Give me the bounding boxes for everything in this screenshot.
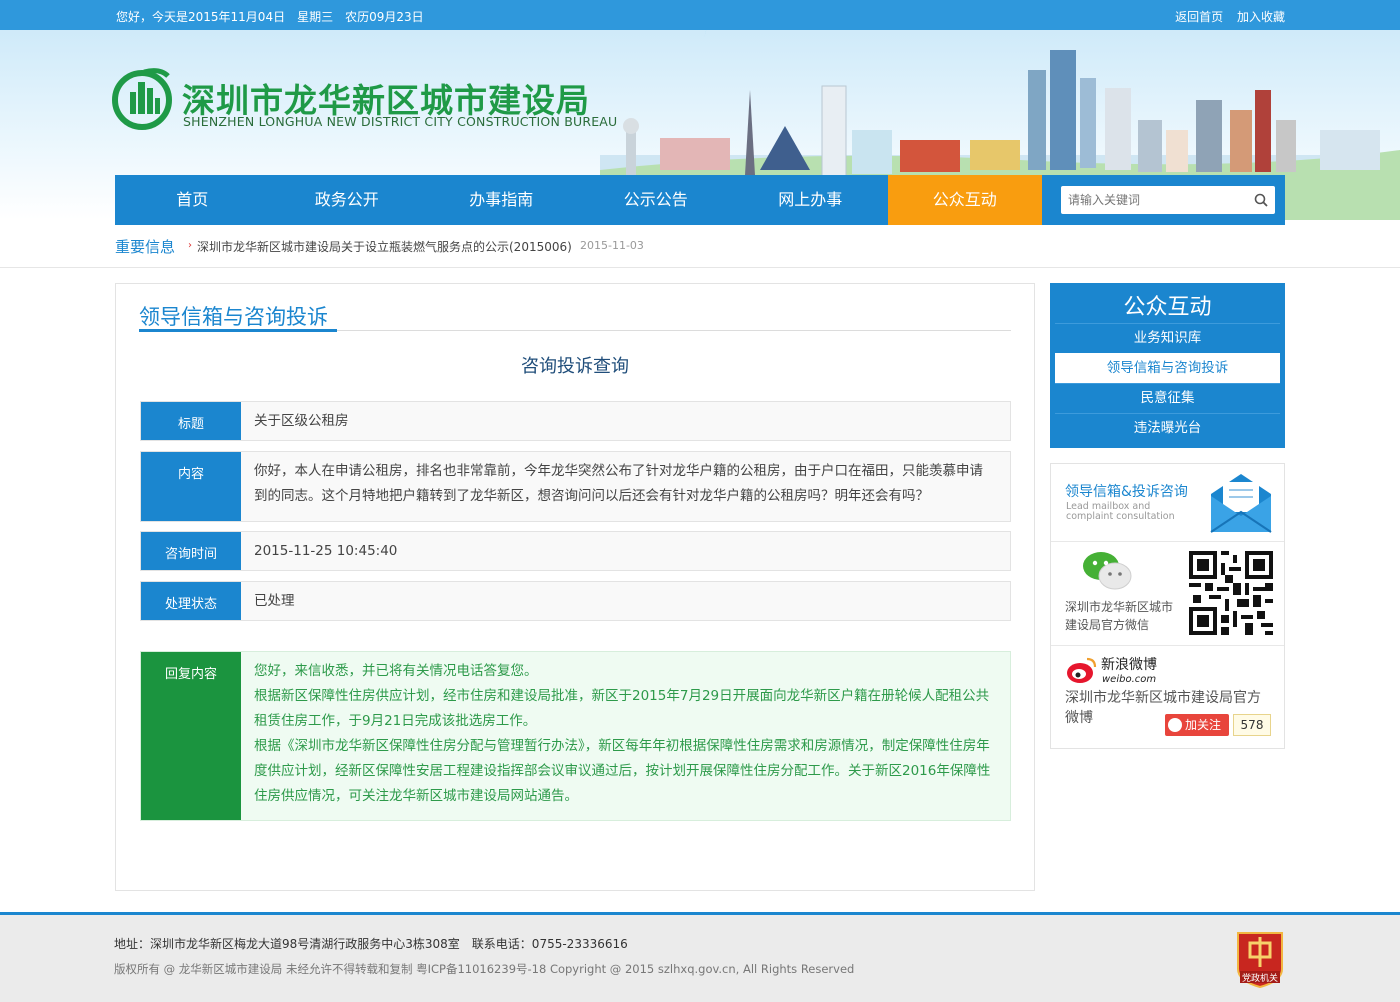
mailbox-link[interactable]: 领导信箱&投诉咨询 Lead mailbox and complaint con… bbox=[1051, 464, 1284, 542]
home-link[interactable]: 返回首页 bbox=[1175, 10, 1223, 24]
nav-home[interactable]: 首页 bbox=[115, 175, 270, 225]
sidebar-links-box: 领导信箱&投诉咨询 Lead mailbox and complaint con… bbox=[1050, 463, 1285, 749]
weibo-logo-icon: 新浪微博 weibo.com bbox=[1067, 656, 1157, 685]
top-bar: 您好，今天是2015年11月04日 星期三 农历09月23日 返回首页 加入收藏 bbox=[0, 0, 1400, 30]
row-value: 关于区级公租房 bbox=[254, 413, 349, 429]
reply-paragraph: 根据新区保障性住房供应计划，经市住房和建设局批准，新区于2015年7月29日开展… bbox=[254, 688, 990, 729]
weibo-logo-cn: 新浪微博 bbox=[1101, 656, 1157, 673]
wechat-icon bbox=[1083, 552, 1132, 590]
nav-public-interaction[interactable]: 公众互动 bbox=[887, 175, 1042, 225]
wechat-description: 深圳市龙华新区城市建设局官方微信 bbox=[1065, 600, 1174, 632]
mailbox-title: 领导信箱&投诉咨询 bbox=[1065, 484, 1188, 500]
section-title-underline bbox=[139, 329, 337, 332]
badge-text: 党政机关 bbox=[1242, 972, 1278, 984]
add-favorite-link[interactable]: 加入收藏 bbox=[1237, 10, 1285, 24]
weibo-section: 新浪微博 weibo.com 深圳市龙华新区城市建设局官方微博 加关注 578 bbox=[1051, 646, 1284, 748]
row-content: 内容 你好，本人在申请公租房，排名也非常靠前，今年龙华突然公布了针对龙华户籍的公… bbox=[140, 451, 1011, 522]
reply-paragraph: 根据《深圳市龙华新区保障性住房分配与管理暂行办法》，新区每年年初根据保障性住房需… bbox=[254, 738, 991, 804]
important-news-bar: 重要信息 › 深圳市龙华新区城市建设局关于设立瓶装燃气服务点的公示(201500… bbox=[0, 225, 1400, 268]
search-icon[interactable] bbox=[1253, 192, 1269, 208]
top-links: 返回首页 加入收藏 bbox=[1165, 8, 1285, 25]
bureau-logo-icon[interactable] bbox=[110, 66, 174, 130]
news-headline-link[interactable]: 深圳市龙华新区城市建设局关于设立瓶装燃气服务点的公示(2015006) bbox=[197, 238, 572, 255]
row-title: 标题 关于区级公租房 bbox=[140, 401, 1011, 441]
row-status: 处理状态 已处理 bbox=[140, 581, 1011, 621]
row-reply: 回复内容 您好，来信收悉，并已将有关情况电话答复您。 根据新区保障性住房供应计划… bbox=[140, 651, 1011, 821]
news-date: 2015-11-03 bbox=[580, 239, 644, 252]
status-badge: 已处理 bbox=[254, 593, 295, 609]
weibo-small-icon bbox=[1168, 718, 1182, 732]
row-value: 你好，本人在申请公租房，排名也非常靠前，今年龙华突然公布了针对龙华户籍的公租房，… bbox=[254, 463, 983, 504]
form-title: 咨询投诉查询 bbox=[521, 356, 629, 377]
nav-online-service[interactable]: 网上办事 bbox=[733, 175, 888, 225]
sidebar-menu: 公众互动 业务知识库 领导信箱与咨询投诉 民意征集 违法曝光台 bbox=[1050, 283, 1285, 448]
row-label: 回复内容 bbox=[141, 652, 241, 820]
row-label: 咨询时间 bbox=[141, 532, 241, 570]
wechat-section: 深圳市龙华新区城市建设局官方微信 bbox=[1051, 542, 1284, 646]
reply-paragraph: 您好，来信收悉，并已将有关情况电话答复您。 bbox=[254, 663, 538, 679]
footer-copyright: 版权所有 @ 龙华新区城市建设局 未经允许不得转载和复制 粤ICP备110162… bbox=[114, 962, 855, 976]
main-panel: 领导信箱与咨询投诉 咨询投诉查询 标题 关于区级公租房 内容 你好，本人在申请公… bbox=[115, 283, 1035, 891]
sidebar-item-violation-exposure[interactable]: 违法曝光台 bbox=[1055, 413, 1280, 443]
party-gov-agency-badge-icon[interactable]: 党政机关 bbox=[1234, 929, 1286, 989]
mailbox-subtitle: Lead mailbox and complaint consultation bbox=[1066, 502, 1175, 522]
reply-text: 您好，来信收悉，并已将有关情况电话答复您。 根据新区保障性住房供应计划，经市住房… bbox=[254, 659, 994, 809]
row-value: 2015-11-25 10:45:40 bbox=[254, 543, 398, 559]
search-input[interactable] bbox=[1061, 186, 1247, 214]
follower-count: 578 bbox=[1233, 714, 1271, 736]
nav-announcements[interactable]: 公示公告 bbox=[579, 175, 734, 225]
weibo-logo-en: weibo.com bbox=[1102, 674, 1156, 685]
envelope-icon bbox=[1210, 474, 1272, 533]
row-label: 处理状态 bbox=[141, 582, 241, 620]
nav-gov-affairs[interactable]: 政务公开 bbox=[270, 175, 425, 225]
row-time: 咨询时间 2015-11-25 10:45:40 bbox=[140, 531, 1011, 571]
row-label: 内容 bbox=[141, 452, 241, 521]
site-subtitle: SHENZHEN LONGHUA NEW DISTRICT CITY CONST… bbox=[183, 114, 618, 129]
follow-label: 加关注 bbox=[1185, 718, 1222, 732]
nav-service-guide[interactable]: 办事指南 bbox=[424, 175, 579, 225]
footer-address: 地址：深圳市龙华新区梅龙大道98号清湖行政服务中心3栋308室 联系电话：075… bbox=[114, 937, 628, 951]
news-arrow-icon: › bbox=[188, 240, 192, 251]
sidebar-title: 公众互动 bbox=[1123, 295, 1212, 320]
sidebar-item-knowledge-base[interactable]: 业务知识库 bbox=[1055, 323, 1280, 353]
sidebar-item-opinion-collection[interactable]: 民意征集 bbox=[1055, 383, 1280, 413]
footer: 地址：深圳市龙华新区梅龙大道98号清湖行政服务中心3栋308室 联系电话：075… bbox=[0, 912, 1400, 1002]
date-greeting: 您好，今天是2015年11月04日 星期三 农历09月23日 bbox=[116, 10, 424, 24]
mailbox-subtitle-line: complaint consultation bbox=[1066, 511, 1175, 522]
wechat-qr-code[interactable] bbox=[1189, 551, 1273, 635]
sidebar-item-leader-mailbox[interactable]: 领导信箱与咨询投诉 bbox=[1055, 353, 1280, 383]
section-title: 领导信箱与咨询投诉 bbox=[139, 305, 328, 329]
news-label: 重要信息 bbox=[115, 238, 176, 256]
row-label: 标题 bbox=[141, 402, 241, 440]
weibo-follow-button[interactable]: 加关注 bbox=[1165, 714, 1229, 736]
search-box bbox=[1061, 186, 1275, 214]
